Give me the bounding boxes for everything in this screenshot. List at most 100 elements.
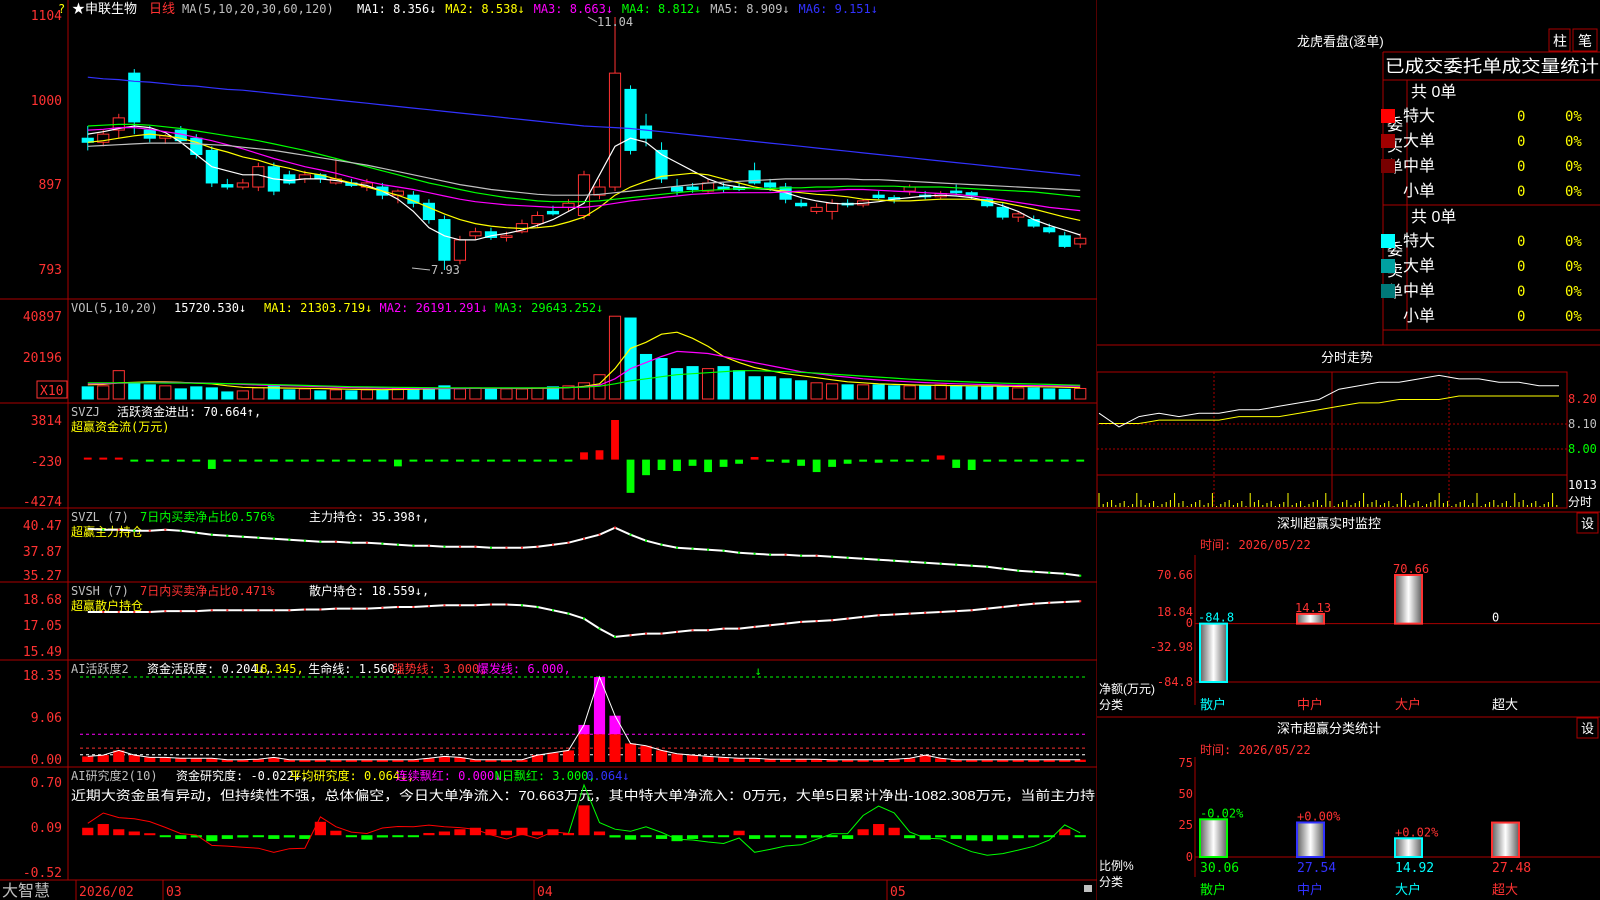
svsh-plot[interactable] <box>87 600 1082 638</box>
ytick: 20196 <box>23 351 62 366</box>
holding-dot <box>226 534 229 537</box>
candlestick-plot[interactable] <box>81 17 1087 270</box>
activity-bar <box>113 750 125 762</box>
sz-class-bars: -0.02% 30.06 散户 +0.00% 27.54 中户 +0.02% 14.92 大户 2… <box>1195 806 1600 897</box>
volume-bar <box>779 378 792 400</box>
research-bar <box>392 835 404 838</box>
svzj-header: SVZJ 活跃资金进出: 70.664↑, 超赢资金流(万元) <box>71 404 261 434</box>
flow-bar <box>936 455 945 460</box>
candle-body <box>236 182 249 188</box>
svzj-plot[interactable] <box>83 420 1085 493</box>
research-bar <box>407 835 419 838</box>
flow-bar <box>843 459 852 464</box>
flow-bar <box>176 459 185 462</box>
ai1-plot[interactable]: ↓ <box>80 664 1088 762</box>
research-bar <box>144 833 156 836</box>
research-bar <box>438 831 451 836</box>
candle-body <box>826 202 839 212</box>
ytick: 0.09 <box>31 821 62 836</box>
flow-bar <box>223 459 232 462</box>
flow-bar <box>393 459 402 467</box>
legend-item: 资金研究度: -0.022↓, <box>176 768 308 783</box>
holding-dot <box>986 565 989 568</box>
holding-dot <box>443 604 446 607</box>
legend-item: MA2: 8.538↓ <box>445 2 524 16</box>
candle-body <box>1058 235 1071 247</box>
date-axis: 大智慧 2026/02 03 04 05 <box>2 880 1092 900</box>
volume-bar <box>484 388 498 400</box>
flow-bar <box>114 457 123 460</box>
bar-value: 30.06 <box>1200 861 1239 876</box>
period-label[interactable]: 日线 <box>149 1 175 16</box>
holding-dot <box>660 632 663 635</box>
svzj-yaxis: 3814 -230 -4274 <box>23 414 62 510</box>
flow-bar <box>502 459 511 462</box>
ytick: 0 <box>1186 850 1193 864</box>
sz-monitor-ylabel: 净额(万元) <box>1099 682 1155 696</box>
price-tick: 8.10 <box>1568 417 1597 431</box>
ytick: -230 <box>31 455 62 470</box>
vol-current: 15720.530↓ <box>174 301 246 315</box>
ytick: 15.49 <box>23 645 62 660</box>
date-label: 05 <box>890 885 906 900</box>
legend-item: MA2: 26191.291↓ <box>380 301 488 315</box>
research-bar <box>702 835 714 838</box>
research-bar <box>299 835 311 839</box>
volume-bar <box>360 389 373 400</box>
candle-body <box>795 202 808 207</box>
ytick: 0 <box>1186 616 1193 630</box>
intraday-title: 分时走势 <box>1321 350 1373 365</box>
legend-item: MA4: 8.812↓ <box>622 2 701 16</box>
research-bar <box>842 835 854 839</box>
bar-mode-label: 柱 <box>1553 33 1567 49</box>
volume-bar <box>143 384 156 400</box>
volume-bar <box>205 387 218 400</box>
volume-bar <box>329 389 342 400</box>
research-bar <box>454 829 466 836</box>
order-type: 大单 <box>1403 257 1435 275</box>
flow-bar <box>83 457 92 460</box>
holding-dot <box>598 627 601 630</box>
left-chart-area[interactable]: ? ★申联生物 日线 MA(5,10,20,30,60,120) MA1: 8.… <box>0 0 1097 900</box>
flow-bar <box>766 459 775 462</box>
holding-dot <box>319 608 322 611</box>
stock-name[interactable]: ★申联生物 <box>72 1 137 16</box>
holding-dot <box>598 533 601 536</box>
volume-bar <box>841 384 854 400</box>
volume-bar <box>345 390 358 400</box>
volume-plot[interactable] <box>81 315 1087 400</box>
ytick: 3814 <box>31 414 62 429</box>
flow-bar <box>487 459 495 462</box>
holding-dot <box>769 553 772 556</box>
legend-swatch <box>1381 259 1395 273</box>
svzj-subtitle: 超赢资金流(万元) <box>71 419 169 434</box>
category-label: 超大 <box>1492 882 1518 897</box>
holding-dot <box>629 533 632 536</box>
holding-dot <box>365 607 368 610</box>
high-pointer <box>587 16 598 23</box>
right-panel: 龙虎看盘(逐单) 柱 笔 已成交委托单成交量统计 委 买 单 委 卖 单 共 0… <box>1097 28 1600 897</box>
holding-dot <box>148 529 151 532</box>
holding-dot <box>241 609 244 612</box>
sz-monitor-xlabel: 分类 <box>1099 698 1123 712</box>
ytick: 18.68 <box>23 593 62 608</box>
volume-bar <box>314 390 327 400</box>
activity-bar <box>97 755 109 762</box>
holding-dot <box>520 546 523 549</box>
holding-dot <box>1032 602 1035 605</box>
holding-dot <box>536 545 539 548</box>
ai2-description: 近期大资金虽有异动，但持续性不强，总体偏空，今日大单净流入：70.663万元，其… <box>71 788 1095 803</box>
unit-label: X10 <box>40 384 63 399</box>
bar-value: 14.92 <box>1395 861 1434 876</box>
holding-dot <box>893 559 896 562</box>
bar-value: 14.13 <box>1295 601 1331 615</box>
order-count: 0 <box>1517 109 1525 125</box>
holding-dot <box>303 539 306 542</box>
holding-dot <box>893 613 896 616</box>
flow-bar <box>657 459 666 470</box>
order-pct: 0% <box>1565 284 1582 300</box>
volume-bar <box>872 384 885 400</box>
sz-class-time: 时间: 2026/05/22 <box>1200 743 1311 757</box>
change-label: -0.02% <box>1200 806 1244 820</box>
svzl-plot[interactable] <box>87 526 1082 577</box>
